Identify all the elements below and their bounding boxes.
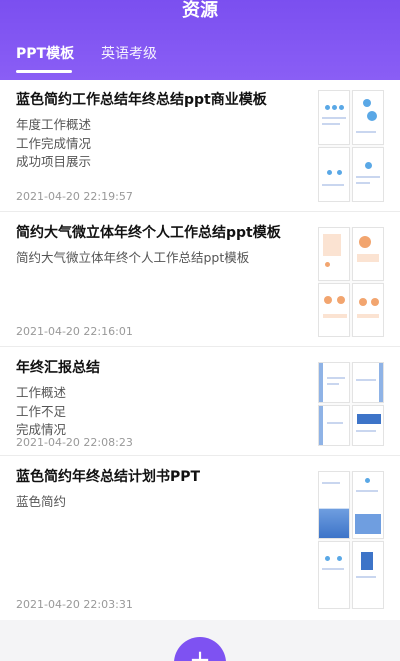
item-desc-line: 工作完成情况 <box>16 135 92 151</box>
list-item[interactable]: 年终汇报总结 工作概述 工作不足 完成情况 2021-04-20 22:08:2… <box>0 348 400 456</box>
item-title: 简约大气微立体年终个人工作总结ppt模板 <box>16 225 281 241</box>
item-date: 2021-04-20 22:03:31 <box>16 598 133 611</box>
item-title: 蓝色简约工作总结年终总结ppt商业模板 <box>16 92 267 108</box>
item-desc-line: 工作概述 <box>16 385 67 400</box>
item-desc-line: 简约大气微立体年终个人工作总结ppt模板 <box>16 250 250 265</box>
item-description: 蓝色简约 <box>16 493 306 512</box>
list-item[interactable]: 蓝色简约工作总结年终总结ppt商业模板 年度工作概述 工作完成情况 成功项目展示… <box>0 80 400 212</box>
item-thumbnail <box>318 227 384 337</box>
item-desc-line: 成功项目展示 <box>16 154 92 169</box>
item-date: 2021-04-20 22:08:23 <box>16 436 133 449</box>
item-desc-line: 蓝色简约 <box>16 494 67 509</box>
item-desc-line: 年度工作概述 <box>16 117 92 132</box>
item-description: 简约大气微立体年终个人工作总结ppt模板 <box>16 249 306 268</box>
item-date: 2021-04-20 22:19:57 <box>16 190 133 203</box>
active-tab-indicator <box>16 70 72 73</box>
item-thumbnail <box>318 90 384 202</box>
resource-list: 蓝色简约工作总结年终总结ppt商业模板 年度工作概述 工作完成情况 成功项目展示… <box>0 80 400 620</box>
item-thumbnail <box>318 471 384 609</box>
tab-english-exam[interactable]: 英语考级 <box>101 44 157 64</box>
item-description: 工作概述 工作不足 完成情况 <box>16 384 306 440</box>
tab-ppt-template[interactable]: PPT模板 <box>16 44 74 64</box>
item-description: 年度工作概述 工作完成情况 成功项目展示 <box>16 116 306 172</box>
item-title: 蓝色简约年终总结计划书PPT <box>16 469 201 485</box>
item-title: 年终汇报总结 <box>16 360 100 376</box>
header-bar: 资源 PPT模板 英语考级 <box>0 0 400 80</box>
item-thumbnail <box>318 362 384 446</box>
item-desc-line: 工作不足 <box>16 403 67 419</box>
list-item[interactable]: 简约大气微立体年终个人工作总结ppt模板 简约大气微立体年终个人工作总结ppt模… <box>0 213 400 347</box>
page-title: 资源 <box>182 0 218 21</box>
item-date: 2021-04-20 22:16:01 <box>16 325 133 338</box>
list-item[interactable]: 蓝色简约年终总结计划书PPT 蓝色简约 2021-04-20 22:03:31 <box>0 457 400 620</box>
